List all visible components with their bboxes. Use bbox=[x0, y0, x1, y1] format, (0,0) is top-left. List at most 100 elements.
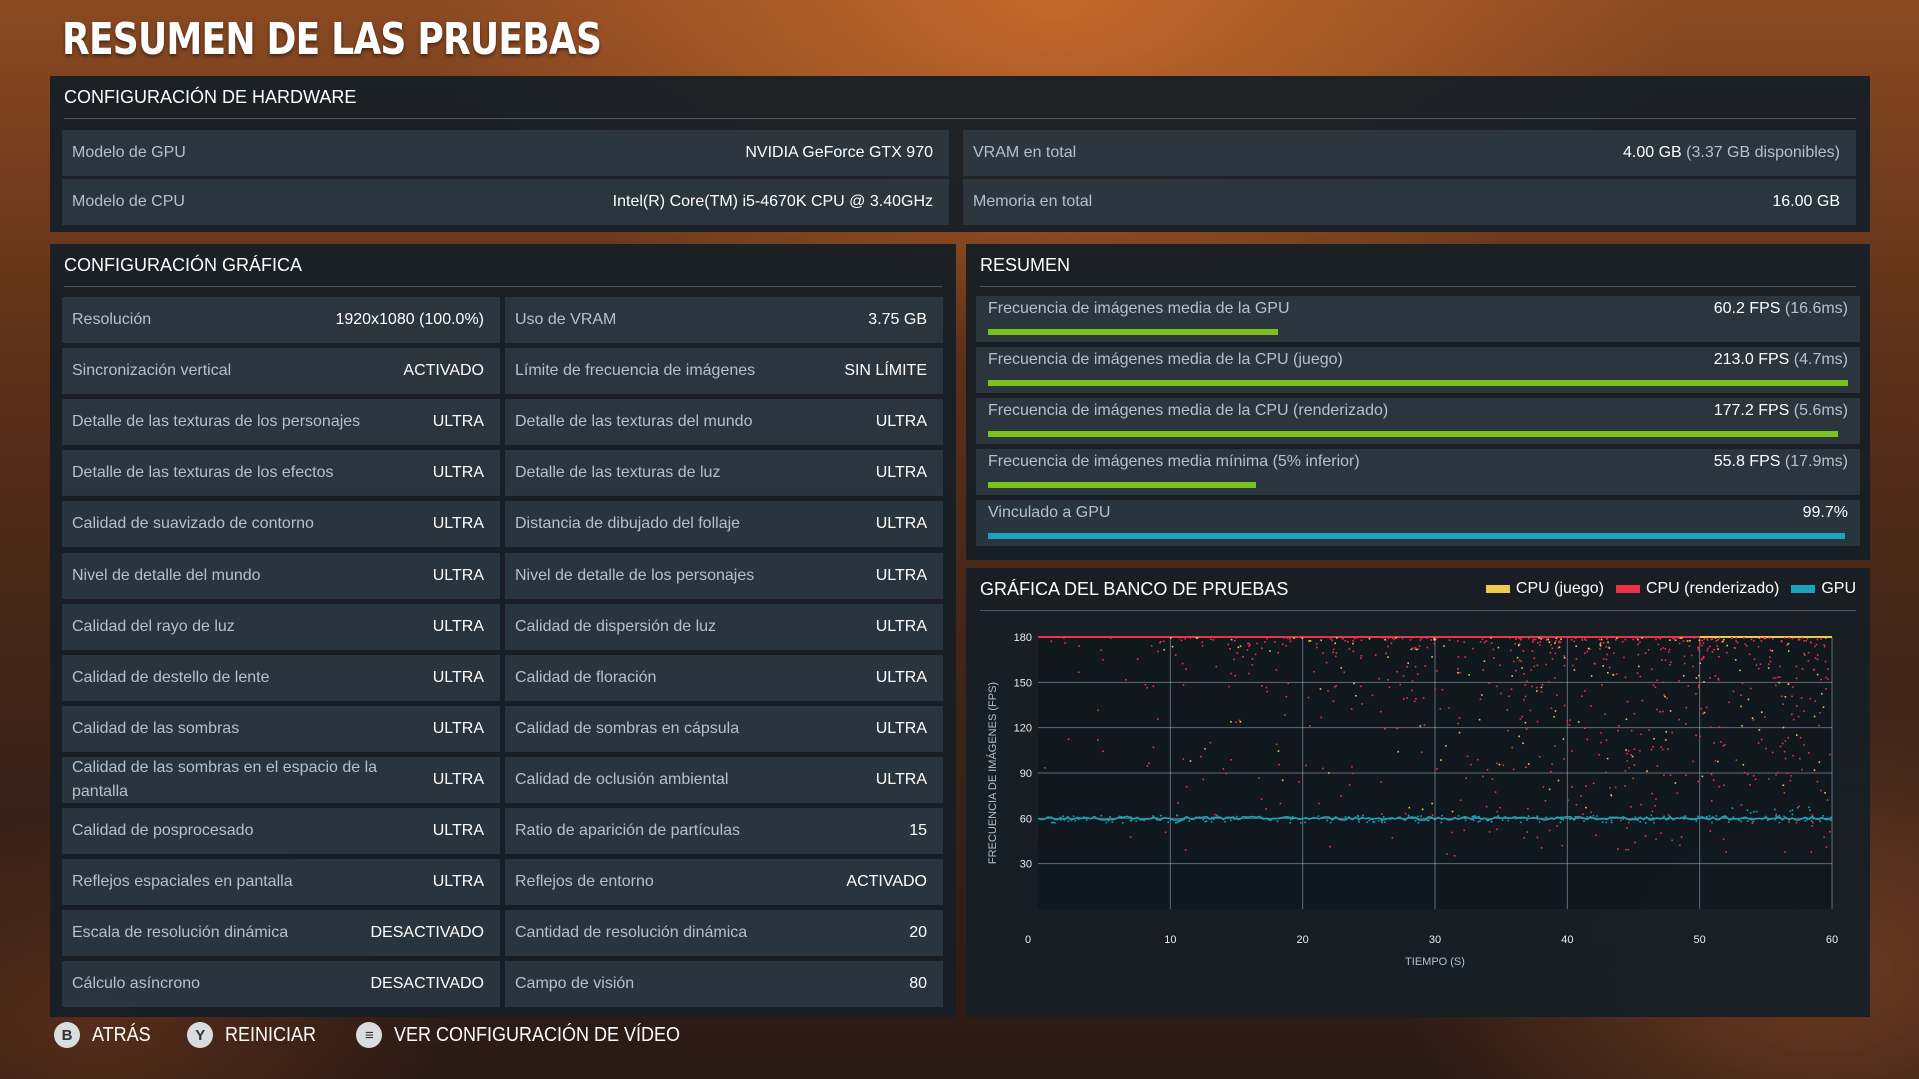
gpu-point bbox=[1050, 821, 1053, 824]
cpu-render-point bbox=[1499, 664, 1501, 667]
cpu-render-point bbox=[1714, 760, 1717, 762]
view-video-settings-button[interactable]: ≡ VER CONFIGURACIÓN DE VÍDEO bbox=[356, 1022, 712, 1048]
cpu-game-point bbox=[1590, 675, 1593, 677]
cpu-render-point bbox=[1702, 712, 1704, 715]
cpu-render-point bbox=[1717, 678, 1720, 681]
cpu-render-point bbox=[1829, 830, 1831, 833]
cpu-render-point bbox=[1750, 638, 1753, 641]
gpu-point bbox=[1732, 816, 1735, 819]
cpu-game-point bbox=[1319, 688, 1322, 690]
cpu-game-point bbox=[1408, 806, 1411, 809]
cpu-render-point bbox=[1254, 653, 1257, 656]
cpu-render-point bbox=[1434, 688, 1437, 691]
cpu-render-point bbox=[1788, 821, 1790, 823]
gpu-point bbox=[1610, 821, 1613, 824]
gpu-point bbox=[1819, 820, 1821, 823]
cpu-render-point bbox=[1624, 638, 1627, 641]
graphics-setting-value: ULTRA bbox=[432, 567, 484, 584]
cpu-render-point bbox=[1287, 682, 1290, 685]
cpu-render-point bbox=[1422, 697, 1425, 699]
cpu-render-point bbox=[1441, 688, 1444, 691]
cpu-render-point bbox=[1164, 831, 1167, 834]
gpu-point bbox=[1764, 815, 1767, 818]
cpu-render-point bbox=[1784, 740, 1787, 742]
graphics-setting-label: Escala de resolución dinámica bbox=[72, 924, 289, 941]
gpu-point bbox=[1120, 817, 1123, 819]
gpu-point bbox=[1053, 822, 1056, 824]
cpu-render-point bbox=[1771, 751, 1774, 754]
gpu-point bbox=[1095, 817, 1097, 820]
cpu-render-point bbox=[1699, 735, 1701, 738]
summary-value-sub: (4.7ms) bbox=[1793, 351, 1848, 368]
gpu-point bbox=[1746, 820, 1749, 822]
restart-button[interactable]: Y REINICIAR bbox=[187, 1022, 326, 1048]
cpu-render-point bbox=[1222, 768, 1225, 770]
cpu-render-point bbox=[1399, 683, 1402, 686]
cpu-render-point bbox=[1356, 637, 1358, 639]
cpu-render-point bbox=[1608, 666, 1611, 669]
cpu-render-point bbox=[1234, 674, 1237, 677]
gpu-point bbox=[1210, 820, 1213, 823]
cpu-render-point bbox=[1156, 718, 1159, 720]
cpu-render-point bbox=[1784, 851, 1786, 853]
cpu-render-point bbox=[1523, 673, 1525, 675]
gpu-point bbox=[1194, 816, 1197, 819]
cpu-render-point bbox=[1792, 754, 1794, 757]
cpu-render-point bbox=[1508, 637, 1511, 639]
gpu-point bbox=[1586, 816, 1589, 818]
cpu-render-point bbox=[1656, 708, 1658, 711]
cpu-render-point bbox=[1485, 805, 1488, 808]
cpu-render-point bbox=[1663, 774, 1665, 777]
cpu-game-point bbox=[1821, 692, 1823, 695]
gpu-point bbox=[1507, 819, 1510, 822]
cpu-render-point bbox=[1669, 774, 1672, 777]
cpu-render-point bbox=[1491, 778, 1494, 780]
cpu-render-point bbox=[1626, 760, 1629, 762]
summary-panel-title: RESUMEN bbox=[980, 254, 1071, 275]
cpu-game-point bbox=[1451, 810, 1454, 813]
cpu-render-point bbox=[1668, 648, 1671, 651]
cpu-game-point bbox=[1524, 721, 1527, 724]
cpu-render-point bbox=[1409, 639, 1412, 641]
cpu-game-point bbox=[1511, 675, 1513, 677]
cpu-render-point bbox=[1347, 640, 1349, 643]
cpu-render-point bbox=[1177, 802, 1179, 804]
cpu-render-point bbox=[1547, 681, 1550, 683]
cpu-render-point bbox=[1720, 741, 1722, 743]
cpu-render-point bbox=[1651, 810, 1654, 813]
cpu-game-point bbox=[1641, 637, 1643, 639]
cpu-game-point bbox=[1813, 715, 1816, 718]
gpu-point bbox=[1202, 816, 1205, 819]
cpu-render-point bbox=[1825, 676, 1827, 679]
graphics-setting-label: Ratio de aparición de partículas bbox=[515, 822, 741, 839]
back-button[interactable]: B ATRÁS bbox=[54, 1022, 157, 1048]
cpu-render-point bbox=[1814, 657, 1817, 659]
graphics-setting-label: Límite de frecuencia de imágenes bbox=[515, 362, 756, 379]
summary-value: 99.7% bbox=[1803, 504, 1848, 522]
cpu-game-point bbox=[1703, 681, 1705, 683]
cpu-render-point bbox=[1411, 637, 1414, 639]
gpu-point bbox=[1570, 817, 1572, 820]
cpu-render-point bbox=[1717, 655, 1720, 658]
cpu-render-point bbox=[1536, 686, 1538, 689]
cpu-render-point bbox=[1710, 773, 1713, 776]
cpu-render-point bbox=[1662, 681, 1665, 684]
cpu-game-point bbox=[1717, 760, 1719, 763]
gpu-point bbox=[1286, 817, 1288, 819]
gpu-point bbox=[1653, 822, 1655, 824]
graphics-setting-value: 3.75 GB bbox=[868, 311, 927, 328]
cpu-render-point bbox=[1657, 643, 1660, 646]
cpu-render-point bbox=[1812, 821, 1814, 824]
gpu-point bbox=[1622, 818, 1624, 820]
graphics-setting-row: Calidad de dispersión de luz ULTRA bbox=[505, 604, 943, 650]
gpu-point bbox=[1464, 817, 1466, 819]
cpu-render-point bbox=[1715, 640, 1718, 642]
graphics-setting-row: Sincronización vertical ACTIVADO bbox=[62, 348, 500, 394]
cpu-game-point bbox=[1355, 694, 1357, 697]
cpu-game-point bbox=[1701, 775, 1704, 778]
cpu-render-point bbox=[1783, 791, 1786, 794]
gpu-point bbox=[1130, 819, 1133, 822]
cpu-model-row: Modelo de CPU Intel(R) Core(TM) i5-4670K… bbox=[62, 179, 949, 225]
graphics-setting-value: DESACTIVADO bbox=[370, 924, 485, 941]
cpu-render-point bbox=[1820, 789, 1822, 792]
